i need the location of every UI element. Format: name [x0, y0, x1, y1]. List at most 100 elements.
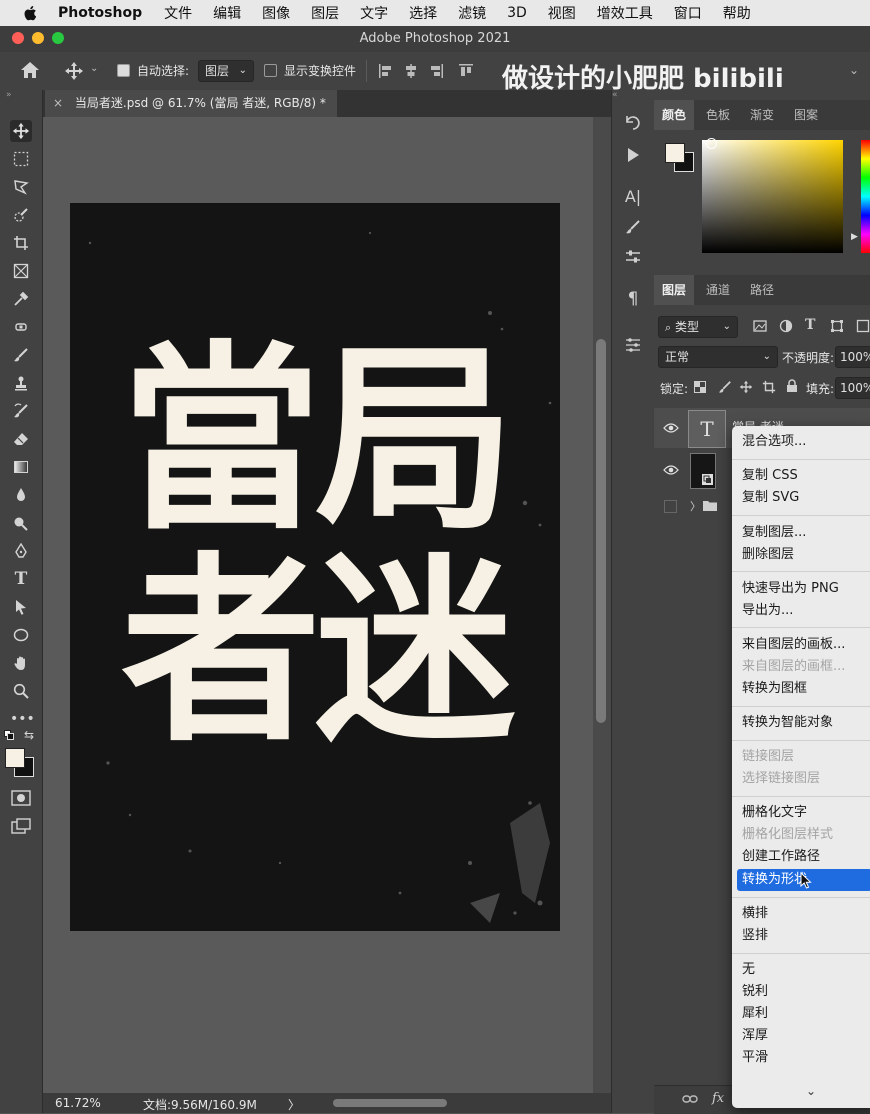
expand-group-chevron-icon[interactable]: 〉 — [690, 498, 701, 514]
swap-colors-icon[interactable]: ⇆ — [24, 728, 34, 742]
actions-play-icon[interactable] — [622, 144, 644, 166]
menu-item-rasterize-type[interactable]: 栅格化文字 — [732, 802, 870, 824]
menu-help[interactable]: 帮助 — [723, 3, 751, 23]
menu-item-vertical[interactable]: 竖排 — [732, 925, 870, 947]
filter-type-icon[interactable]: T — [805, 317, 815, 333]
eye-visibility-icon[interactable] — [663, 422, 679, 434]
menu-item-horizontal[interactable]: 横排 — [732, 903, 870, 925]
menu-filter[interactable]: 滤镜 — [458, 3, 486, 23]
menu-item-antialias-smooth[interactable]: 平滑 — [732, 1047, 870, 1069]
menu-scroll-down-chevron-icon[interactable]: ⌄ — [806, 1084, 816, 1098]
horizontal-scroll-thumb[interactable] — [333, 1099, 447, 1107]
menu-item-export-as[interactable]: 导出为... — [732, 600, 870, 622]
marquee-tool-button[interactable] — [10, 148, 32, 170]
gradient-tool-button[interactable] — [10, 456, 32, 478]
filter-smart-object-icon[interactable] — [856, 319, 870, 333]
lock-position-icon[interactable] — [739, 380, 753, 394]
move-tool-icon[interactable] — [64, 61, 84, 81]
character-panel-icon[interactable]: A| — [622, 186, 644, 208]
tab-gradients[interactable]: 渐变 — [742, 100, 782, 130]
expand-dock-icon[interactable]: « — [612, 90, 618, 100]
panel-foreground-swatch[interactable] — [665, 143, 685, 163]
zoom-tool-button[interactable] — [10, 680, 32, 702]
document-tab[interactable]: × 当局者迷.psd @ 61.7% (當局 者迷, RGB/8) * — [45, 90, 337, 117]
layer-style-fx-icon[interactable]: fx — [712, 1091, 724, 1106]
vertical-scroll-thumb[interactable] — [596, 339, 606, 723]
menu-item-antialias-none[interactable]: 无 — [732, 959, 870, 981]
menu-item-quick-export-png[interactable]: 快速导出为 PNG — [732, 578, 870, 600]
color-picker-handle[interactable] — [706, 138, 717, 149]
tab-channels[interactable]: 通道 — [698, 275, 738, 305]
menu-item-artboard-from-layers[interactable]: 来自图层的画板... — [732, 634, 870, 656]
menu-type[interactable]: 文字 — [360, 3, 388, 23]
brush-settings-icon[interactable] — [622, 216, 644, 238]
pen-tool-button[interactable] — [10, 540, 32, 562]
hue-slider-handle-icon[interactable]: ▶ — [851, 232, 858, 242]
healing-brush-tool-button[interactable] — [10, 316, 32, 338]
apple-logo-icon[interactable] — [22, 4, 40, 22]
paragraph-panel-icon[interactable]: ¶ — [622, 288, 644, 310]
status-menu-arrow-icon[interactable]: 〉 — [288, 1096, 300, 1113]
history-panel-icon[interactable] — [622, 112, 644, 134]
dodge-tool-button[interactable] — [10, 512, 32, 534]
hue-slider[interactable] — [861, 140, 870, 253]
vertical-scrollbar[interactable] — [593, 117, 611, 1093]
menu-item-duplicate-layer[interactable]: 复制图层... — [732, 522, 870, 544]
crop-tool-button[interactable] — [10, 232, 32, 254]
menu-window[interactable]: 窗口 — [674, 3, 702, 23]
menu-item-copy-css[interactable]: 复制 CSS — [732, 465, 870, 487]
menu-item-create-work-path[interactable]: 创建工作路径 — [732, 846, 870, 868]
foreground-color-swatch[interactable] — [5, 748, 25, 768]
menu-item-convert-to-frame[interactable]: 转换为图框 — [732, 678, 870, 700]
clone-stamp-tool-button[interactable] — [10, 372, 32, 394]
menu-item-copy-svg[interactable]: 复制 SVG — [732, 487, 870, 509]
align-right-icon[interactable] — [430, 63, 444, 79]
align-top-icon[interactable] — [458, 63, 474, 77]
tab-color[interactable]: 颜色 — [654, 100, 695, 130]
adjustments-sliders-icon[interactable] — [622, 246, 644, 268]
app-name[interactable]: Photoshop — [58, 5, 142, 21]
menu-plugins[interactable]: 增效工具 — [597, 3, 653, 23]
artboard[interactable]: 當局 者迷 — [70, 203, 560, 931]
default-colors-icon[interactable] — [4, 730, 14, 740]
ellipse-tool-button[interactable] — [10, 624, 32, 646]
lock-all-icon[interactable] — [786, 379, 798, 393]
menu-item-antialias-strong[interactable]: 浑厚 — [732, 1025, 870, 1047]
layer-filter-dropdown[interactable]: ⌕ 类型 ⌄ — [658, 316, 738, 338]
tab-paths[interactable]: 路径 — [742, 275, 782, 305]
home-icon[interactable] — [20, 61, 40, 79]
filter-adjustment-icon[interactable] — [779, 319, 793, 333]
menu-file[interactable]: 文件 — [164, 3, 192, 23]
fill-input[interactable]: 100% — [835, 377, 870, 399]
frame-tool-button[interactable] — [10, 260, 32, 282]
filter-shape-icon[interactable] — [830, 319, 844, 333]
filter-pixel-icon[interactable] — [753, 320, 767, 332]
brush-tool-button[interactable] — [10, 344, 32, 366]
quick-select-tool-button[interactable] — [10, 204, 32, 226]
auto-select-checkbox[interactable] — [117, 64, 130, 77]
menu-view[interactable]: 视图 — [548, 3, 576, 23]
lock-image-pixels-icon[interactable] — [718, 380, 732, 394]
menu-edit[interactable]: 编辑 — [213, 3, 241, 23]
menu-item-antialias-sharp[interactable]: 锐利 — [732, 981, 870, 1003]
screen-mode-icon[interactable] — [11, 818, 31, 834]
color-saturation-field[interactable] — [702, 138, 843, 253]
hand-tool-button[interactable] — [10, 652, 32, 674]
link-layers-icon[interactable] — [682, 1093, 698, 1105]
tool-preset-chevron-down-icon[interactable]: ⌄ — [90, 63, 98, 74]
close-tab-icon[interactable]: × — [53, 96, 63, 110]
menu-item-delete-layer[interactable]: 删除图层 — [732, 544, 870, 566]
auto-select-target-dropdown[interactable]: 图层 ⌄ — [198, 60, 254, 82]
tab-patterns[interactable]: 图案 — [786, 100, 826, 130]
menu-item-antialias-crisp[interactable]: 犀利 — [732, 1003, 870, 1025]
eyedropper-tool-button[interactable] — [10, 288, 32, 310]
lock-artboard-icon[interactable] — [762, 380, 776, 394]
move-tool-button[interactable] — [10, 120, 32, 142]
blur-tool-button[interactable] — [10, 484, 32, 506]
collapse-panel-icon[interactable]: » — [6, 90, 12, 100]
menu-item-convert-to-smart-object[interactable]: 转换为智能对象 — [732, 712, 870, 734]
path-selection-tool-button[interactable] — [10, 596, 32, 618]
lasso-tool-button[interactable] — [10, 176, 32, 198]
menu-item-blending-options[interactable]: 混合选项... — [732, 431, 870, 453]
properties-panel-icon[interactable] — [622, 334, 644, 356]
